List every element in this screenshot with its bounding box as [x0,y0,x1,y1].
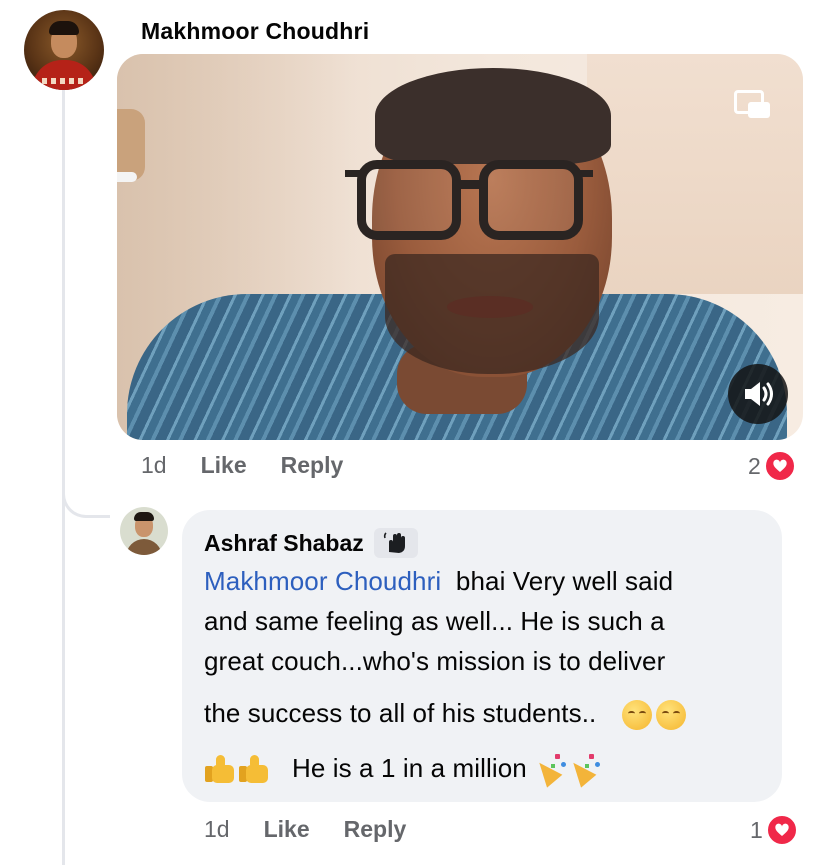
reply-author: Ashraf Shabaz [204,528,418,558]
reply-actions: 1d Like Reply [204,816,440,843]
smiling-face-icon [655,700,686,731]
reply-text-line-1: Makhmoor Choudhri bhai Very well said [204,566,674,596]
speaker-icon [745,382,773,406]
party-popper-icon [565,752,601,788]
reply-reaction-count[interactable]: 1 [750,814,798,846]
waving-hand-badge-icon[interactable] [373,528,418,558]
reaction-count[interactable]: 2 [748,450,796,482]
reply-reaction-count-number: 1 [750,816,763,843]
picture-in-picture-icon[interactable] [732,86,772,122]
heart-reaction-icon [765,814,798,846]
avatar[interactable] [24,10,104,90]
reply-timestamp[interactable]: 1d [204,816,230,843]
comment-actions: 1d Like Reply [141,452,377,479]
thumbs-up-icon [238,753,270,783]
reaction-count-number: 2 [748,452,761,479]
thread-connector [62,470,110,518]
reply-author-name[interactable]: Ashraf Shabaz [204,530,364,557]
comment-author-name[interactable]: Makhmoor Choudhri [141,18,369,45]
thumbs-up-icon [204,753,236,783]
reply-button[interactable]: Reply [281,452,344,479]
reply-text-line-3: great couch...who's mission is to delive… [204,646,666,676]
heart-reaction-icon [763,450,796,482]
reply-text-line-2: and same feeling as well... He is such a [204,606,665,636]
reply-like-button[interactable]: Like [264,816,310,843]
sound-toggle-button[interactable] [728,364,788,424]
party-popper-icon [531,752,567,788]
like-button[interactable]: Like [201,452,247,479]
mention-link[interactable]: Makhmoor Choudhri [204,566,441,596]
reply-text-line-5: He is a 1 in a million [204,752,601,788]
reply-reply-button[interactable]: Reply [344,816,407,843]
reply-text-line-4: the success to all of his students.. [204,698,686,731]
reply-avatar[interactable] [120,507,168,555]
smiling-face-icon [621,700,652,731]
comment-timestamp[interactable]: 1d [141,452,167,479]
video-player[interactable] [117,54,803,440]
